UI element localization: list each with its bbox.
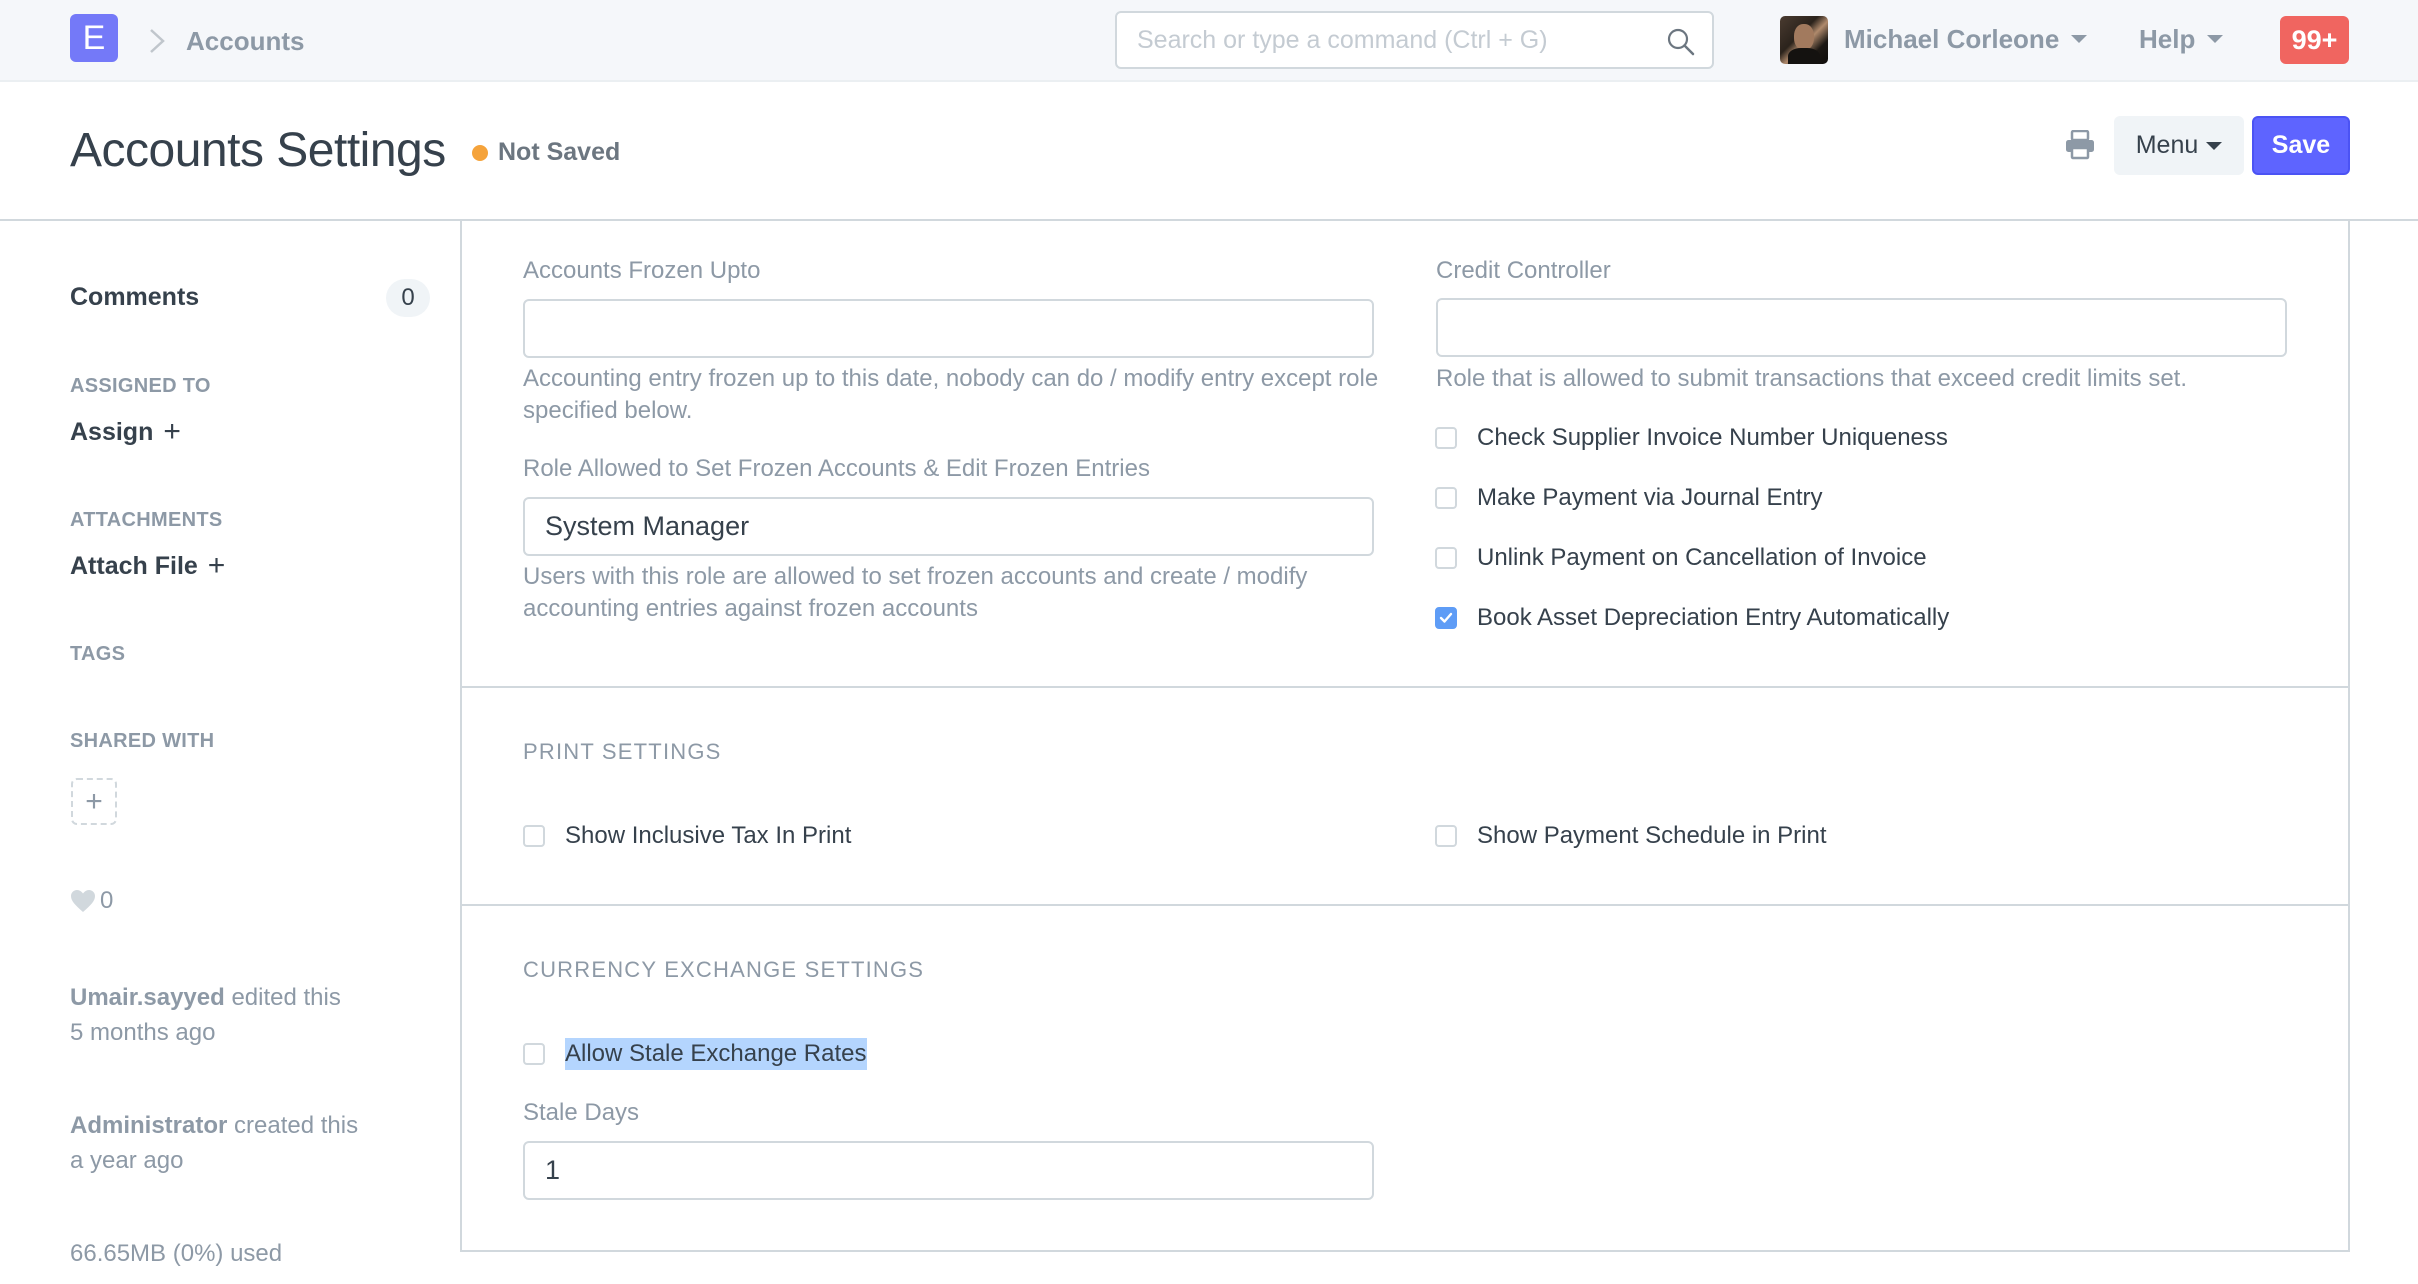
check-supplier-invoice-uniqueness-checkbox[interactable]: Check Supplier Invoice Number Uniqueness xyxy=(1435,422,1948,454)
status-text: Not Saved xyxy=(498,138,621,166)
checkbox-label: Check Supplier Invoice Number Uniqueness xyxy=(1477,424,1948,451)
page-title: Accounts Settings xyxy=(70,124,446,177)
stale-days-label: Stale Days xyxy=(523,1099,640,1126)
checkbox-box[interactable] xyxy=(1435,825,1457,847)
shared-with-heading: SHARED WITH xyxy=(70,730,215,752)
user-avatar[interactable] xyxy=(1780,16,1828,64)
frozen-role-help: Users with this role are allowed to set … xyxy=(523,563,1308,622)
breadcrumb-accounts[interactable]: Accounts xyxy=(186,24,304,58)
activity-action: created this xyxy=(234,1112,359,1139)
book-asset-depreciation-checkbox[interactable]: Book Asset Depreciation Entry Automatica… xyxy=(1435,602,1949,634)
heart-icon[interactable] xyxy=(70,889,96,913)
assigned-to-heading: ASSIGNED TO xyxy=(70,375,211,397)
checkbox-label: Show Payment Schedule in Print xyxy=(1477,822,1827,849)
checkbox-label: Make Payment via Journal Entry xyxy=(1477,484,1823,511)
activity-item: Administrator created this a year ago xyxy=(70,1108,358,1178)
search-bar xyxy=(1115,11,1714,69)
activity-item: Umair.sayyed edited this 5 months ago xyxy=(70,980,341,1050)
attach-file-button[interactable]: Attach File + xyxy=(70,550,225,582)
user-name: Michael Corleone xyxy=(1844,24,2060,54)
checkbox-box[interactable] xyxy=(523,1043,545,1065)
likes[interactable]: 0 xyxy=(70,887,113,915)
attach-file-label: Attach File xyxy=(70,552,198,580)
help-menu[interactable]: Help xyxy=(2139,22,2224,56)
frozen-role-input[interactable] xyxy=(523,497,1374,556)
comments-link[interactable]: Comments xyxy=(70,281,199,313)
user-menu[interactable]: Michael Corleone xyxy=(1844,22,2088,56)
storage-usage: 66.65MB (0%) used xyxy=(70,1240,283,1267)
tags-heading[interactable]: TAGS xyxy=(70,641,125,667)
checkbox-label: Unlink Payment on Cancellation of Invoic… xyxy=(1477,544,1927,571)
activity-time: 5 months ago xyxy=(70,1019,216,1046)
search-icon[interactable] xyxy=(1666,27,1696,57)
show-inclusive-tax-checkbox[interactable]: Show Inclusive Tax In Print xyxy=(523,820,851,852)
stale-days-input[interactable] xyxy=(523,1141,1374,1200)
activity-user[interactable]: Umair.sayyed xyxy=(70,984,225,1011)
plus-icon: + xyxy=(207,549,226,582)
print-icon[interactable] xyxy=(2064,130,2096,160)
section-divider xyxy=(460,904,2350,906)
menu-label: Menu xyxy=(2135,131,2199,159)
show-payment-schedule-checkbox[interactable]: Show Payment Schedule in Print xyxy=(1435,820,1827,852)
activity-time: a year ago xyxy=(70,1147,184,1174)
make-payment-via-journal-entry-checkbox[interactable]: Make Payment via Journal Entry xyxy=(1435,482,1822,514)
chevron-down-icon xyxy=(2206,141,2223,150)
app-logo[interactable]: E xyxy=(70,14,118,62)
comments-label: Comments xyxy=(70,283,200,311)
chevron-down-icon xyxy=(2207,35,2224,43)
breadcrumb-chevron-icon xyxy=(150,29,165,53)
allow-stale-exchange-rates-checkbox[interactable]: Allow Stale Exchange Rates xyxy=(523,1038,867,1070)
help-label: Help xyxy=(2139,24,2196,54)
assign-button[interactable]: Assign + xyxy=(70,416,181,448)
save-button[interactable]: Save xyxy=(2252,116,2350,175)
checkbox-box[interactable] xyxy=(523,825,545,847)
checkbox-label: Show Inclusive Tax In Print xyxy=(565,822,852,849)
section-divider xyxy=(460,686,2350,688)
currency-exchange-heading: CURRENCY EXCHANGE SETTINGS xyxy=(523,957,925,982)
plus-icon: + xyxy=(85,784,103,818)
status-indicator: Not Saved xyxy=(472,138,620,167)
status-dot-icon xyxy=(472,144,488,161)
menu-button[interactable]: Menu xyxy=(2114,116,2244,175)
accounts-frozen-upto-input[interactable] xyxy=(523,299,1374,358)
checkbox-label: Allow Stale Exchange Rates xyxy=(565,1038,867,1070)
checkbox-box[interactable] xyxy=(1435,547,1457,569)
notifications-badge[interactable]: 99+ xyxy=(2280,16,2349,64)
credit-controller-input[interactable] xyxy=(1436,298,2287,357)
likes-count: 0 xyxy=(100,887,114,914)
print-settings-heading: PRINT SETTINGS xyxy=(523,739,722,764)
comments-count-badge: 0 xyxy=(386,279,430,317)
add-share-button[interactable]: + xyxy=(71,778,117,825)
checkbox-label: Book Asset Depreciation Entry Automatica… xyxy=(1477,604,1950,631)
frozen-role-label: Role Allowed to Set Frozen Accounts & Ed… xyxy=(523,455,1150,482)
credit-controller-label: Credit Controller xyxy=(1436,257,1611,284)
attachments-heading: ATTACHMENTS xyxy=(70,509,223,531)
assign-label: Assign xyxy=(70,418,154,446)
unlink-payment-on-cancellation-checkbox[interactable]: Unlink Payment on Cancellation of Invoic… xyxy=(1435,542,1927,574)
search-input[interactable] xyxy=(1117,13,1712,67)
chevron-down-icon xyxy=(2071,35,2088,43)
checkbox-box[interactable] xyxy=(1435,427,1457,449)
activity-user[interactable]: Administrator xyxy=(70,1112,227,1139)
activity-action: edited this xyxy=(231,984,341,1011)
credit-controller-help: Role that is allowed to submit transacti… xyxy=(1436,365,2188,392)
accounts-frozen-upto-label: Accounts Frozen Upto xyxy=(523,257,761,284)
checkbox-box[interactable] xyxy=(1435,607,1457,629)
checkmark-icon xyxy=(1439,612,1453,623)
accounts-frozen-upto-help: Accounting entry frozen up to this date,… xyxy=(523,365,1379,424)
plus-icon: + xyxy=(163,415,181,448)
navbar: E Accounts Michael Corleone Help 99+ xyxy=(0,0,2418,82)
checkbox-box[interactable] xyxy=(1435,487,1457,509)
